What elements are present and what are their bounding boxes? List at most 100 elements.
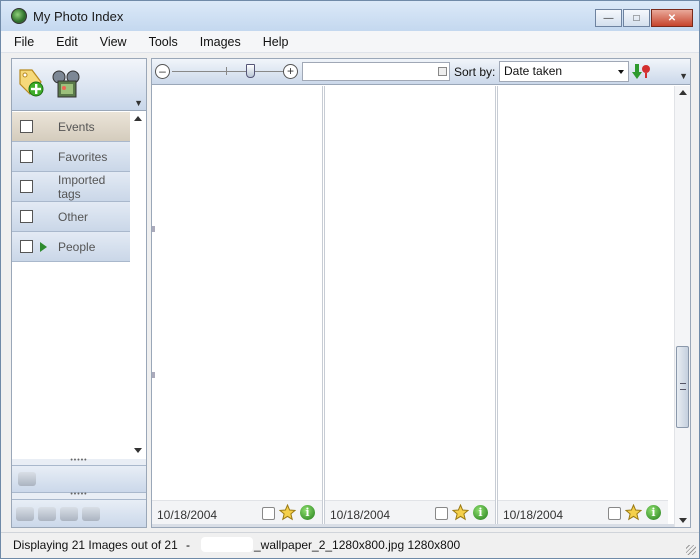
info-icon[interactable]: i bbox=[646, 505, 661, 520]
info-icon[interactable]: i bbox=[300, 505, 315, 520]
scrollbar-grip-icon bbox=[680, 383, 686, 390]
zoom-in-button[interactable]: + bbox=[283, 64, 298, 79]
app-globe-icon bbox=[11, 8, 27, 24]
browser-toolbar-collapse-icon[interactable]: ▼ bbox=[679, 71, 688, 81]
tag-item-imported-tags[interactable]: Imported tags bbox=[12, 172, 130, 202]
search-input[interactable] bbox=[302, 62, 450, 81]
tag-action-bar bbox=[12, 499, 146, 527]
thumbnail-cell[interactable]: 10/18/2004 i bbox=[152, 500, 322, 524]
star-icon[interactable] bbox=[625, 504, 642, 521]
tag-toolbar: ▼ bbox=[12, 59, 146, 111]
plus-icon: + bbox=[286, 64, 294, 78]
window-controls: — □ ✕ bbox=[595, 9, 693, 27]
menu-tools[interactable]: Tools bbox=[136, 35, 187, 49]
sort-label: Sort by: bbox=[454, 65, 496, 79]
thumbnail-footer-row: 10/18/2004 i 10/18/2004 i 10/18/2004 i bbox=[152, 500, 674, 524]
thumbnail-cell[interactable]: 10/18/2004 i bbox=[325, 500, 495, 524]
menu-bar: File Edit View Tools Images Help bbox=[1, 31, 699, 53]
zoom-slider-tick bbox=[226, 67, 227, 75]
tag-checkbox[interactable] bbox=[20, 120, 33, 133]
resize-grip-icon[interactable] bbox=[686, 545, 696, 555]
info-icon[interactable]: i bbox=[473, 505, 488, 520]
image-browser: – + Sort by: Date taken ▼ 10/18/2004 i 1… bbox=[151, 58, 691, 528]
maximize-button[interactable]: □ bbox=[623, 9, 650, 27]
tag-toolbar-collapse-icon[interactable]: ▼ bbox=[134, 98, 143, 108]
thumbnail-checkbox[interactable] bbox=[262, 507, 275, 520]
minus-icon: – bbox=[159, 64, 166, 78]
thumbnail-date: 10/18/2004 bbox=[503, 508, 564, 522]
thumbnail-checkbox[interactable] bbox=[608, 507, 621, 520]
tag-checkbox[interactable] bbox=[20, 150, 33, 163]
tag-item-other[interactable]: Other bbox=[12, 202, 130, 232]
tag-list: Events Favorites Imported tags Other Peo… bbox=[12, 112, 130, 262]
star-icon[interactable] bbox=[452, 504, 469, 521]
menu-help[interactable]: Help bbox=[250, 35, 298, 49]
tag-panel: ▼ Events Favorites Imported tags Other P… bbox=[11, 58, 147, 528]
zoom-slider-thumb[interactable] bbox=[245, 64, 255, 78]
tag-label: Other bbox=[58, 209, 89, 224]
scroll-down-icon[interactable] bbox=[679, 518, 687, 523]
sort-direction-icon[interactable] bbox=[632, 63, 652, 80]
window-title: My Photo Index bbox=[33, 8, 124, 24]
tag-label: Favorites bbox=[58, 149, 108, 164]
disabled-action-icon bbox=[18, 472, 36, 486]
disabled-edit-icon bbox=[82, 506, 100, 521]
tag-checkbox[interactable] bbox=[20, 180, 33, 193]
tag-label: Imported tags bbox=[58, 172, 106, 201]
disabled-remove-icon bbox=[38, 506, 56, 521]
tag-checkbox[interactable] bbox=[20, 240, 33, 253]
thumbnail-grid: 10/18/2004 i 10/18/2004 i 10/18/2004 i bbox=[152, 86, 674, 527]
thumbnail-date: 10/18/2004 bbox=[157, 508, 218, 522]
close-icon: ✕ bbox=[667, 12, 677, 24]
scrollbar-thumb[interactable] bbox=[676, 346, 689, 428]
column-separator bbox=[495, 86, 498, 527]
binoculars-icon[interactable] bbox=[50, 69, 82, 99]
secondary-panel bbox=[12, 465, 146, 493]
zoom-out-button[interactable]: – bbox=[155, 64, 170, 79]
thumbnail-checkbox[interactable] bbox=[435, 507, 448, 520]
grid-bottom-edge bbox=[152, 524, 674, 527]
minimize-button[interactable]: — bbox=[595, 9, 622, 27]
scroll-down-icon[interactable] bbox=[134, 448, 142, 453]
status-file-info: _wallpaper_2_1280x800.jpg 1280x800 bbox=[254, 538, 461, 552]
thumbnail-date: 10/18/2004 bbox=[330, 508, 391, 522]
thumbnail-cell[interactable]: 10/18/2004 i bbox=[498, 500, 668, 524]
close-button[interactable]: ✕ bbox=[651, 9, 693, 27]
menu-images[interactable]: Images bbox=[187, 35, 250, 49]
maximize-icon: □ bbox=[633, 12, 640, 24]
tag-list-scrollbar[interactable] bbox=[130, 112, 146, 457]
tag-item-events[interactable]: Events bbox=[12, 112, 130, 142]
tag-label: People bbox=[58, 239, 96, 254]
tag-label: Events bbox=[58, 119, 95, 134]
tag-item-favorites[interactable]: Favorites bbox=[12, 142, 130, 172]
menu-edit[interactable]: Edit bbox=[43, 35, 87, 49]
star-icon[interactable] bbox=[279, 504, 296, 521]
tag-checkbox[interactable] bbox=[20, 210, 33, 223]
menu-file[interactable]: File bbox=[1, 35, 43, 49]
redacted-filename-part bbox=[201, 537, 253, 552]
expand-arrow-icon[interactable] bbox=[40, 241, 47, 252]
chevron-down-icon bbox=[618, 70, 624, 74]
sort-select[interactable]: Date taken bbox=[499, 61, 629, 82]
row-marker bbox=[152, 226, 155, 232]
browser-toolbar: – + Sort by: Date taken ▼ bbox=[152, 59, 690, 85]
thumbnail-scrollbar[interactable] bbox=[674, 86, 690, 527]
search-clear-icon[interactable] bbox=[438, 67, 447, 76]
sort-select-value: Date taken bbox=[504, 64, 563, 78]
add-tag-icon[interactable] bbox=[16, 67, 46, 99]
app-window: My Photo Index — □ ✕ File Edit View Tool… bbox=[0, 0, 700, 559]
disabled-delete-icon bbox=[60, 506, 78, 521]
scroll-up-icon[interactable] bbox=[679, 90, 687, 95]
scroll-up-icon[interactable] bbox=[134, 116, 142, 121]
status-summary: Displaying 21 Images out of 21 bbox=[13, 538, 178, 552]
zoom-slider-track[interactable] bbox=[172, 71, 284, 72]
title-bar[interactable]: My Photo Index — □ ✕ bbox=[1, 1, 699, 31]
row-marker bbox=[152, 372, 155, 378]
tag-item-people[interactable]: People bbox=[12, 232, 130, 262]
minimize-icon: — bbox=[603, 12, 614, 24]
disabled-tag-icon bbox=[16, 506, 34, 521]
status-separator: - bbox=[186, 538, 190, 552]
menu-view[interactable]: View bbox=[87, 35, 136, 49]
column-separator bbox=[322, 86, 325, 527]
status-bar: Displaying 21 Images out of 21 - _wallpa… bbox=[1, 532, 699, 558]
